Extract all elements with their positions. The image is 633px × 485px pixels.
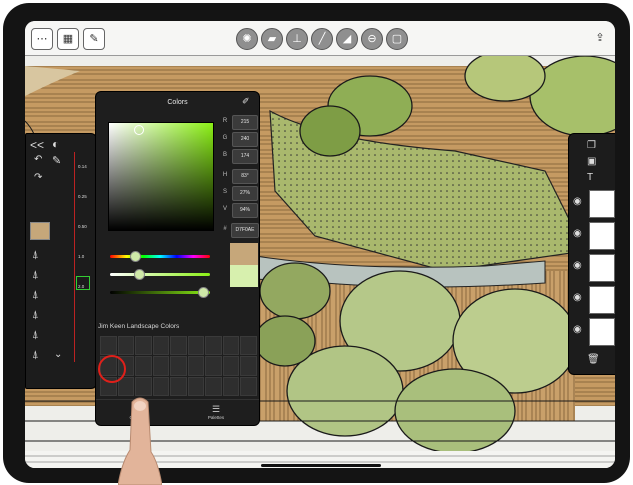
wrench-icon[interactable]: ✎ bbox=[83, 28, 105, 50]
brightness-slider-knob[interactable] bbox=[198, 287, 209, 298]
current-color-swatch[interactable] bbox=[30, 222, 50, 240]
selected-brush-size[interactable] bbox=[76, 276, 90, 290]
red-field[interactable]: 215 bbox=[232, 115, 258, 130]
value-label: R bbox=[222, 118, 228, 124]
panel-title: Colors bbox=[167, 99, 188, 106]
pen-icon[interactable]: ╱ bbox=[311, 28, 333, 50]
hue-slider[interactable] bbox=[110, 251, 210, 262]
blue-field[interactable]: 174 bbox=[232, 149, 258, 164]
app-screen: ⋯ ▦ ✎ ✺ ▰ ⊥ ╱ ◢ ⊖ ▢ ⇪ << ◐ ✎ ↶ ↷ ⍋ ⍋ ⍋ ⍋… bbox=[25, 21, 615, 468]
pen-nib-icon[interactable]: ⍋ bbox=[32, 269, 39, 282]
hue-slider-knob[interactable] bbox=[130, 251, 141, 262]
eye-icon[interactable]: ◉ bbox=[573, 324, 582, 335]
triangle-icon[interactable]: ◢ bbox=[336, 28, 358, 50]
pen-nib-icon[interactable]: ⍋ bbox=[32, 289, 39, 302]
brush-size-label: 0.50 bbox=[78, 224, 87, 229]
saturation-slider-knob[interactable] bbox=[134, 269, 145, 280]
grid-icon[interactable]: ▦ bbox=[57, 28, 79, 50]
hue-field[interactable]: 83° bbox=[232, 169, 258, 184]
saturation-slider[interactable] bbox=[110, 269, 210, 280]
collapse-tray-icon[interactable]: << bbox=[30, 138, 44, 152]
palette-name: Jim Keen Landscape Colors bbox=[98, 323, 180, 330]
brush-size-label: 0.25 bbox=[78, 194, 87, 199]
pen-nib-icon[interactable]: ⍋ bbox=[32, 349, 39, 362]
pen-nib-icon[interactable]: ⍋ bbox=[32, 309, 39, 322]
eyedropper-icon[interactable]: ✐ bbox=[242, 96, 250, 107]
menu-icon[interactable]: ⋯ bbox=[31, 28, 53, 50]
ruler-icon[interactable]: ▰ bbox=[261, 28, 283, 50]
value-field[interactable]: 94% bbox=[232, 203, 258, 218]
tab-palettes-label: Palettes bbox=[207, 415, 225, 420]
compass-icon[interactable]: ⊥ bbox=[286, 28, 308, 50]
previous-color-swatch[interactable] bbox=[230, 243, 258, 265]
palette-list-icon: ☰ bbox=[211, 404, 221, 414]
eye-icon[interactable]: ◉ bbox=[573, 260, 582, 271]
brush-size-label: 0.14 bbox=[78, 164, 87, 169]
image-layer-icon[interactable]: ▣ bbox=[587, 156, 596, 167]
eye-icon[interactable]: ◉ bbox=[573, 196, 582, 207]
value-label: B bbox=[222, 152, 227, 158]
square-tool-icon[interactable]: ▢ bbox=[386, 28, 408, 50]
ipad-device: ⋯ ▦ ✎ ✺ ▰ ⊥ ╱ ◢ ⊖ ▢ ⇪ << ◐ ✎ ↶ ↷ ⍋ ⍋ ⍋ ⍋… bbox=[3, 3, 630, 483]
value-label: S bbox=[222, 189, 227, 195]
trash-icon[interactable]: 🗑 bbox=[587, 354, 600, 365]
brightness-slider[interactable] bbox=[110, 287, 210, 298]
hex-field[interactable]: D7F0AE bbox=[231, 223, 259, 238]
tab-palettes[interactable]: ☰ Palettes bbox=[196, 404, 236, 420]
home-indicator bbox=[261, 464, 381, 467]
saturation-field[interactable]: 27% bbox=[232, 186, 258, 201]
highlight-ring bbox=[98, 355, 126, 383]
left-tool-tray: << ◐ ✎ ↶ ↷ ⍋ ⍋ ⍋ ⍋ ⍋ ⍋ ⌄ 0.14 0.25 0.50 … bbox=[25, 133, 97, 389]
eye-icon[interactable]: ◉ bbox=[573, 228, 582, 239]
top-toolbar: ⋯ ▦ ✎ ✺ ▰ ⊥ ╱ ◢ ⊖ ▢ ⇪ bbox=[25, 21, 615, 56]
picker-cursor[interactable] bbox=[134, 125, 144, 135]
undo-icon[interactable]: ↶ bbox=[34, 154, 42, 165]
right-layers-tray: ❐ ▣ T ◉ ◉ ◉ ◉ ◉ 🗑 bbox=[568, 133, 615, 375]
value-label: G bbox=[222, 135, 228, 141]
pencil-icon[interactable]: ✎ bbox=[52, 154, 61, 167]
brush-tool-icon[interactable]: ✺ bbox=[236, 28, 258, 50]
text-layer-icon[interactable]: T bbox=[587, 172, 593, 183]
pen-nib-icon[interactable]: ⍋ bbox=[32, 329, 39, 342]
saturation-value-picker[interactable] bbox=[108, 122, 214, 231]
value-label: H bbox=[222, 172, 228, 178]
value-label: # bbox=[223, 226, 227, 232]
current-color-swatch[interactable] bbox=[230, 265, 258, 287]
color-wheel-icon[interactable]: ◐ bbox=[52, 137, 59, 151]
chevron-down-icon[interactable]: ⌄ bbox=[54, 349, 62, 360]
finger-pointer bbox=[118, 397, 162, 485]
circle-minus-icon[interactable]: ⊖ bbox=[361, 28, 383, 50]
share-icon[interactable]: ⇪ bbox=[590, 28, 610, 48]
pen-nib-icon[interactable]: ⍋ bbox=[32, 249, 39, 262]
value-label: V bbox=[222, 206, 227, 212]
redo-icon[interactable]: ↷ bbox=[34, 172, 42, 183]
eye-icon[interactable]: ◉ bbox=[573, 292, 582, 303]
layers-icon[interactable]: ❐ bbox=[587, 140, 596, 151]
green-field[interactable]: 240 bbox=[232, 132, 258, 147]
brush-size-label: 1.0 bbox=[78, 254, 85, 259]
